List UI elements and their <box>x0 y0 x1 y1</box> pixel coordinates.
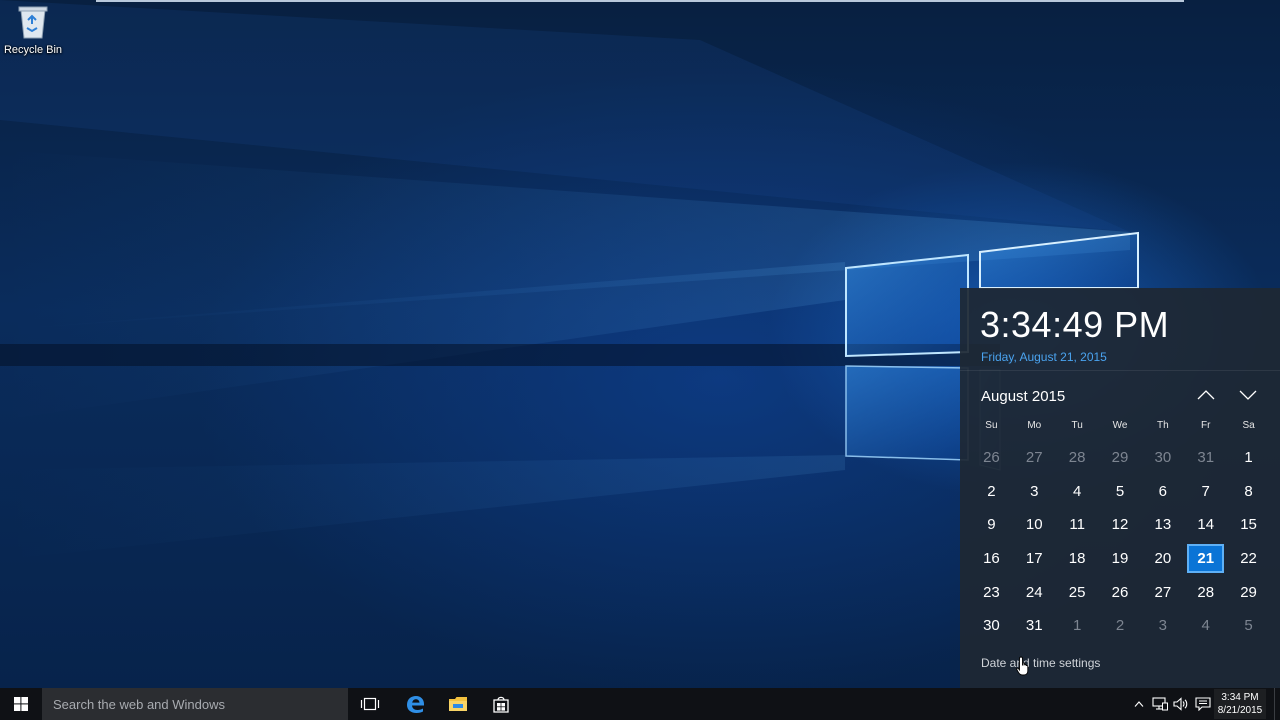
calendar-day[interactable]: 1 <box>1056 609 1099 643</box>
calendar-day[interactable]: 16 <box>970 542 1013 576</box>
windows-start-icon <box>14 697 28 711</box>
calendar-day[interactable]: 29 <box>1099 441 1142 475</box>
calendar-day[interactable]: 24 <box>1013 575 1056 609</box>
calendar-day[interactable]: 30 <box>1141 441 1184 475</box>
flyout-divider <box>960 370 1280 371</box>
taskbar-clock[interactable]: 3:34 PM 8/21/2015 <box>1214 689 1266 719</box>
weekday-label: Mo <box>1027 420 1042 431</box>
volume-icon <box>1173 697 1188 711</box>
calendar-day[interactable]: 28 <box>1056 441 1099 475</box>
search-box[interactable]: Search the web and Windows <box>42 688 348 720</box>
weekday-label: Fr <box>1200 420 1211 431</box>
calendar-day[interactable]: 27 <box>1013 441 1056 475</box>
edge-icon <box>407 696 424 713</box>
flyout-full-date[interactable]: Friday, August 21, 2015 <box>981 350 1107 364</box>
calendar-day[interactable]: 11 <box>1056 508 1099 542</box>
calendar-day[interactable]: 3 <box>1013 475 1056 509</box>
calendar-day[interactable]: 2 <box>1099 609 1142 643</box>
calendar-day[interactable]: 5 <box>1227 609 1270 643</box>
calendar-day[interactable]: 31 <box>1184 441 1227 475</box>
taskbar: Search the web and Windows 3:34 PM 8/21/… <box>0 688 1280 720</box>
calendar-day[interactable]: 13 <box>1141 508 1184 542</box>
weekday-label: Su <box>985 420 998 431</box>
calendar-day[interactable]: 26 <box>1099 575 1142 609</box>
date-time-settings-link[interactable]: Date and time settings <box>981 656 1100 670</box>
taskbar-time: 3:34 PM <box>1221 692 1259 703</box>
weekday-label: Th <box>1157 420 1169 431</box>
calendar-day[interactable]: 12 <box>1099 508 1142 542</box>
edge-button[interactable] <box>393 688 437 720</box>
calendar-day[interactable]: 8 <box>1227 475 1270 509</box>
weekday-label: Sa <box>1242 420 1255 431</box>
store-button[interactable] <box>479 688 523 720</box>
calendar-day[interactable]: 3 <box>1141 609 1184 643</box>
volume-button[interactable] <box>1170 688 1192 720</box>
calendar-day[interactable]: 7 <box>1184 475 1227 509</box>
calendar-day[interactable]: 4 <box>1184 609 1227 643</box>
calendar-day[interactable]: 22 <box>1227 542 1270 576</box>
flyout-clock: 3:34:49 PM <box>980 304 1170 345</box>
calendar-day[interactable]: 28 <box>1184 575 1227 609</box>
calendar-day[interactable]: 9 <box>970 508 1013 542</box>
recycle-bin-label: Recycle Bin <box>3 44 63 56</box>
search-placeholder: Search the web and Windows <box>53 696 225 712</box>
calendar-day-grid: 26 27 28 29 30 31 1 2 3 4 5 6 7 8 9 10 11 12 13 14 15 16 17 18 1… <box>970 441 1270 643</box>
chevron-down-icon <box>1239 390 1257 400</box>
network-button[interactable] <box>1149 688 1171 720</box>
weekday-header: Su Mo Tu We Th Fr Sa <box>970 420 1270 436</box>
recycle-bin-shortcut[interactable]: Recycle Bin <box>2 4 64 66</box>
file-explorer-button[interactable] <box>436 688 480 720</box>
calendar-day[interactable]: 19 <box>1099 542 1142 576</box>
previous-month-button[interactable] <box>1193 384 1219 406</box>
calendar-day[interactable]: 23 <box>970 575 1013 609</box>
task-view-icon <box>360 697 380 711</box>
calendar-day[interactable]: 26 <box>970 441 1013 475</box>
calendar-day[interactable]: 5 <box>1099 475 1142 509</box>
recycle-bin-icon <box>18 6 48 39</box>
calendar-day[interactable]: 25 <box>1056 575 1099 609</box>
calendar-day[interactable]: 2 <box>970 475 1013 509</box>
calendar-day[interactable]: 31 <box>1013 609 1056 643</box>
calendar-day-today[interactable]: 21 <box>1187 543 1225 574</box>
calendar-day[interactable]: 20 <box>1141 542 1184 576</box>
calendar-day[interactable]: 17 <box>1013 542 1056 576</box>
calendar-day[interactable]: 30 <box>970 609 1013 643</box>
calendar-day[interactable]: 6 <box>1141 475 1184 509</box>
weekday-label: We <box>1112 420 1128 431</box>
action-center-icon <box>1195 697 1211 711</box>
calendar-day[interactable]: 15 <box>1227 508 1270 542</box>
chevron-up-icon <box>1197 390 1215 400</box>
calendar-day[interactable]: 1 <box>1227 441 1270 475</box>
store-icon <box>493 696 509 713</box>
calendar-day[interactable]: 27 <box>1141 575 1184 609</box>
show-hidden-icons-button[interactable] <box>1128 688 1150 720</box>
chevron-up-icon <box>1134 701 1144 707</box>
action-center-button[interactable] <box>1192 688 1214 720</box>
calendar-day[interactable]: 4 <box>1056 475 1099 509</box>
calendar-day[interactable]: 10 <box>1013 508 1056 542</box>
network-icon <box>1152 697 1168 711</box>
show-desktop-button[interactable] <box>1274 688 1280 720</box>
file-explorer-icon <box>449 697 467 711</box>
weekday-label: Tu <box>1071 420 1083 431</box>
calendar-flyout: 3:34:49 PM Friday, August 21, 2015 Augus… <box>960 288 1280 688</box>
calendar-day[interactable]: 29 <box>1227 575 1270 609</box>
calendar-day[interactable]: 14 <box>1184 508 1227 542</box>
calendar-day[interactable]: 18 <box>1056 542 1099 576</box>
start-button[interactable] <box>0 688 42 720</box>
next-month-button[interactable] <box>1235 384 1261 406</box>
taskbar-date: 8/21/2015 <box>1217 705 1263 716</box>
task-view-button[interactable] <box>348 688 392 720</box>
window-edge-strip <box>96 0 1184 2</box>
calendar-month-title[interactable]: August 2015 <box>981 388 1065 405</box>
